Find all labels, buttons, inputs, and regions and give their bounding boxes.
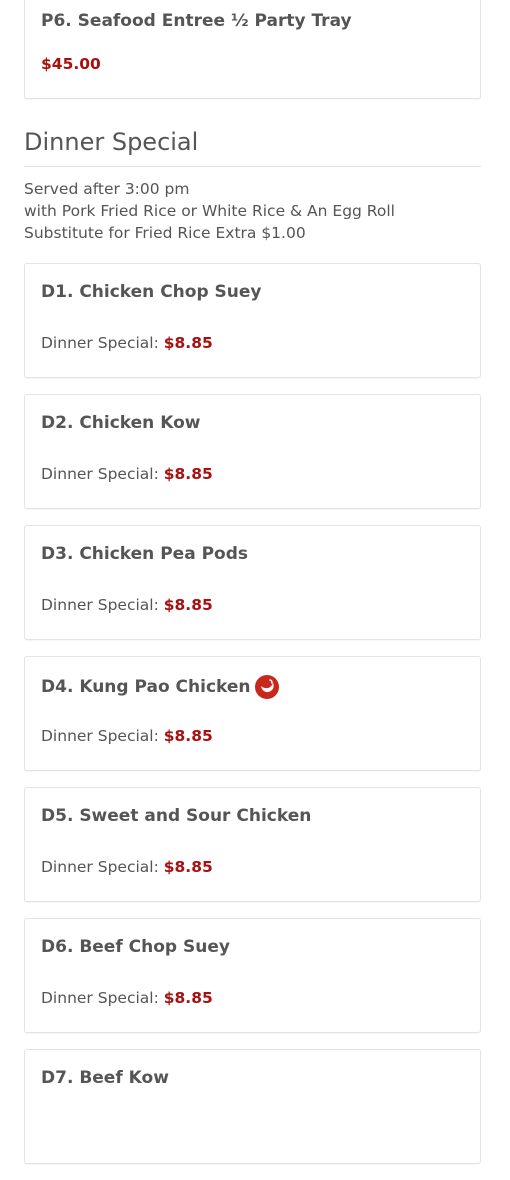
item-price: $8.85 [163, 334, 213, 352]
item-name: P6. Seafood Entree ½ Party Tray [41, 11, 352, 31]
item-name: D2. Chicken Kow [41, 413, 201, 433]
item-price-line: Dinner Special: $8.85 [41, 727, 213, 745]
menu-item-card[interactable]: D7. Beef Kow [24, 1049, 481, 1164]
hot-pepper-icon [254, 675, 279, 699]
price-label: Dinner Special: [41, 989, 159, 1007]
price-label: Dinner Special: [41, 727, 159, 745]
price-label: Dinner Special: [41, 334, 159, 352]
item-price-line: Dinner Special: $8.85 [41, 334, 213, 352]
menu-item-card[interactable]: D2. Chicken Kow Dinner Special: $8.85 [24, 394, 481, 509]
section-description: Served after 3:00 pm with Pork Fried Ric… [24, 178, 481, 244]
menu-item-card[interactable]: D1. Chicken Chop Suey Dinner Special: $8… [24, 263, 481, 378]
price-label: Dinner Special: [41, 465, 159, 483]
item-price: $8.85 [163, 596, 213, 614]
item-price: $8.85 [163, 989, 213, 1007]
menu-item-card[interactable]: P6. Seafood Entree ½ Party Tray $45.00 [24, 0, 481, 99]
menu-item-card[interactable]: D4. Kung Pao Chicken Dinner Special: $8.… [24, 656, 481, 771]
item-name: D5. Sweet and Sour Chicken [41, 806, 312, 826]
item-name: D7. Beef Kow [41, 1068, 169, 1088]
price-label: Dinner Special: [41, 858, 159, 876]
item-price: $8.85 [163, 727, 213, 745]
menu-item-card[interactable]: D3. Chicken Pea Pods Dinner Special: $8.… [24, 525, 481, 640]
item-price: $8.85 [163, 465, 213, 483]
section-description-line: Served after 3:00 pm [24, 180, 190, 198]
item-price-line: $45.00 [41, 55, 101, 73]
item-name: D6. Beef Chop Suey [41, 937, 230, 957]
item-name: D4. Kung Pao Chicken [41, 677, 251, 697]
item-price-line: Dinner Special: $8.85 [41, 858, 213, 876]
section-title: Dinner Special [24, 126, 481, 167]
item-price: $45.00 [41, 55, 101, 73]
item-name-row: D4. Kung Pao Chicken [41, 675, 279, 699]
section-description-line: Substitute for Fried Rice Extra $1.00 [24, 224, 306, 242]
menu-list: P6. Seafood Entree ½ Party Tray $45.00 D… [24, 0, 481, 1180]
item-price-line: Dinner Special: $8.85 [41, 989, 213, 1007]
section-description-line: with Pork Fried Rice or White Rice & An … [24, 202, 395, 220]
item-name: D3. Chicken Pea Pods [41, 544, 249, 564]
item-price-line: Dinner Special: $8.85 [41, 596, 213, 614]
price-label: Dinner Special: [41, 596, 159, 614]
item-name: D1. Chicken Chop Suey [41, 282, 262, 302]
menu-item-card[interactable]: D5. Sweet and Sour Chicken Dinner Specia… [24, 787, 481, 902]
menu-item-card[interactable]: D6. Beef Chop Suey Dinner Special: $8.85 [24, 918, 481, 1033]
item-price: $8.85 [163, 858, 213, 876]
item-price-line: Dinner Special: $8.85 [41, 465, 213, 483]
